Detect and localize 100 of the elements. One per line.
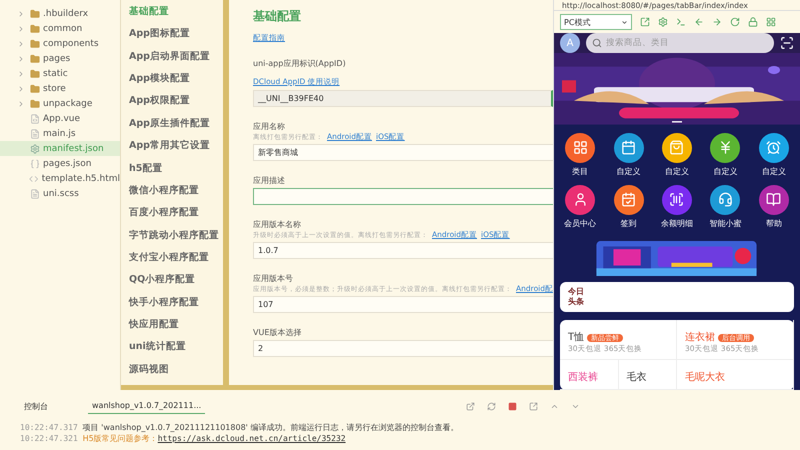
nav-item[interactable]: 字节跳动小程序配置 <box>129 228 223 251</box>
shortcut-button[interactable] <box>565 132 596 163</box>
shortcut-button[interactable] <box>614 184 644 215</box>
nav-item[interactable]: App权限配置 <box>129 94 223 117</box>
shortcut-label: 自定义 <box>713 166 738 177</box>
shortcut-label: 智能小蜜 <box>709 218 742 229</box>
forward-icon[interactable] <box>712 17 722 27</box>
headline-text: 头条 <box>568 297 585 307</box>
scan-icon[interactable] <box>780 36 794 50</box>
file-name[interactable]: store <box>43 84 66 94</box>
headline-text: 今日 <box>568 287 585 297</box>
input-field[interactable]: 新零售商城 <box>253 144 553 161</box>
product-name[interactable]: 西装裤 <box>568 372 598 383</box>
nav-item[interactable]: App模块配置 <box>129 72 223 94</box>
nav-item[interactable]: 快手小程序配置 <box>129 296 223 318</box>
shortcut-button[interactable] <box>710 132 740 163</box>
refresh-icon[interactable] <box>487 402 496 410</box>
refresh-icon[interactable] <box>730 17 740 27</box>
log-line: 10:22:47.317 项目 'wanlshop_v1.0.7_20211121101808' 编译成功。前端运行日志，请另行在浏览器的控制台查看。 <box>20 422 460 433</box>
file-name[interactable]: .hbuilderx <box>43 8 88 18</box>
settings-icon[interactable] <box>658 17 668 27</box>
calendar-icon <box>621 140 636 156</box>
nav-item[interactable]: 支付宝小程序配置 <box>129 250 223 274</box>
nav-item[interactable]: 源码视图 <box>129 362 223 385</box>
log-line: 10:22:47.321 H5版常见问题参考：https://ask.dcloud.net.cn/article/35232 <box>20 433 347 444</box>
shortcut-label: 自定义 <box>616 166 641 177</box>
console-tab[interactable]: wanlshop_v1.0.7_202111... <box>88 398 206 414</box>
file-icon <box>30 188 40 198</box>
grid-icon[interactable] <box>766 17 776 27</box>
dropdown-caret-icon <box>621 18 628 26</box>
shortcut-button[interactable] <box>710 184 740 215</box>
shortcut-label: 自定义 <box>664 166 689 177</box>
field-label: uni-app应用标识(AppID) <box>253 58 347 69</box>
console-tab[interactable]: 控制台 <box>20 398 52 414</box>
field-label: 应用版本名称 <box>253 219 302 230</box>
bag-icon <box>669 140 684 156</box>
nav-item[interactable]: 微信小程序配置 <box>129 184 223 206</box>
folder-icon <box>30 84 40 94</box>
settings-icon <box>30 144 40 154</box>
calendar-check-icon <box>621 192 636 208</box>
field-label: VUE版本选择 <box>253 327 302 338</box>
nav-item[interactable]: h5配置 <box>129 162 223 184</box>
product-name[interactable]: 毛衣 <box>626 372 646 383</box>
section-title: 基础配置 <box>253 8 302 25</box>
folder-icon <box>30 68 40 78</box>
input-field[interactable] <box>253 188 553 205</box>
input-field[interactable]: 2 <box>253 340 553 357</box>
input-field[interactable]: 1.0.7 <box>253 242 553 259</box>
folder-icon <box>30 38 40 48</box>
nav-item[interactable]: 百度小程序配置 <box>129 206 223 229</box>
nav-item[interactable]: App图标配置 <box>129 27 223 50</box>
product-name[interactable]: 毛呢大衣 <box>685 372 725 383</box>
file-name[interactable]: template.h5.html <box>42 174 120 184</box>
file-name[interactable]: pages.json <box>43 158 92 168</box>
file-name[interactable]: unpackage <box>43 98 92 108</box>
file-name[interactable]: common <box>43 24 82 34</box>
nav-item[interactable]: uni统计配置 <box>129 340 223 363</box>
shortcut-button[interactable] <box>565 184 596 215</box>
nav-item[interactable]: 快应用配置 <box>129 318 223 340</box>
file-icon <box>30 114 40 124</box>
file-name[interactable]: static <box>43 68 68 78</box>
shortcut-button[interactable] <box>758 184 789 215</box>
input-field[interactable]: 107 <box>253 296 553 313</box>
braces-icon <box>30 158 40 168</box>
file-name[interactable]: uni.scss <box>43 188 79 198</box>
shortcut-button[interactable] <box>758 132 789 163</box>
file-name[interactable]: components <box>43 38 99 48</box>
book-icon <box>766 192 782 208</box>
file-name[interactable]: App.vue <box>43 114 80 124</box>
file-name[interactable]: pages <box>43 54 70 64</box>
back-icon[interactable] <box>694 17 704 27</box>
lock-icon[interactable] <box>748 17 758 27</box>
export-icon[interactable] <box>466 402 475 410</box>
nav-item[interactable]: App常用其它设置 <box>129 139 223 162</box>
shortcut-button[interactable] <box>662 132 692 163</box>
mode-select[interactable]: PC模式 <box>560 14 632 30</box>
nav-item[interactable]: App原生插件配置 <box>129 116 223 140</box>
nav-item[interactable]: 基础配置 <box>129 5 223 28</box>
user-icon <box>572 192 588 208</box>
stop-icon[interactable] <box>508 402 517 410</box>
file-name[interactable]: main.js <box>43 128 76 138</box>
shortcut-label: 类目 <box>572 166 588 177</box>
nav-item[interactable]: App启动界面配置 <box>129 50 223 72</box>
field-label: 应用描述 <box>253 175 286 186</box>
popout-icon[interactable] <box>529 402 538 410</box>
product-name[interactable]: T恤 <box>568 332 584 343</box>
folder-icon <box>30 98 40 108</box>
shortcut-button[interactable] <box>614 132 644 163</box>
scan-icon <box>669 192 684 208</box>
folder-icon <box>30 8 40 18</box>
terminal-icon[interactable] <box>676 17 686 27</box>
file-icon <box>30 128 40 138</box>
shortcut-button[interactable] <box>662 184 692 215</box>
shortcut-label: 自定义 <box>762 166 786 177</box>
log-link[interactable]: https://ask.dcloud.net.cn/article/35232 <box>158 434 346 443</box>
field-label: 应用名称 <box>253 121 286 132</box>
shortcut-label: 会员中心 <box>564 218 596 229</box>
popout-icon[interactable] <box>640 17 650 27</box>
nav-item[interactable]: QQ小程序配置 <box>129 273 223 296</box>
product-name[interactable]: 连衣裙 <box>685 332 715 343</box>
